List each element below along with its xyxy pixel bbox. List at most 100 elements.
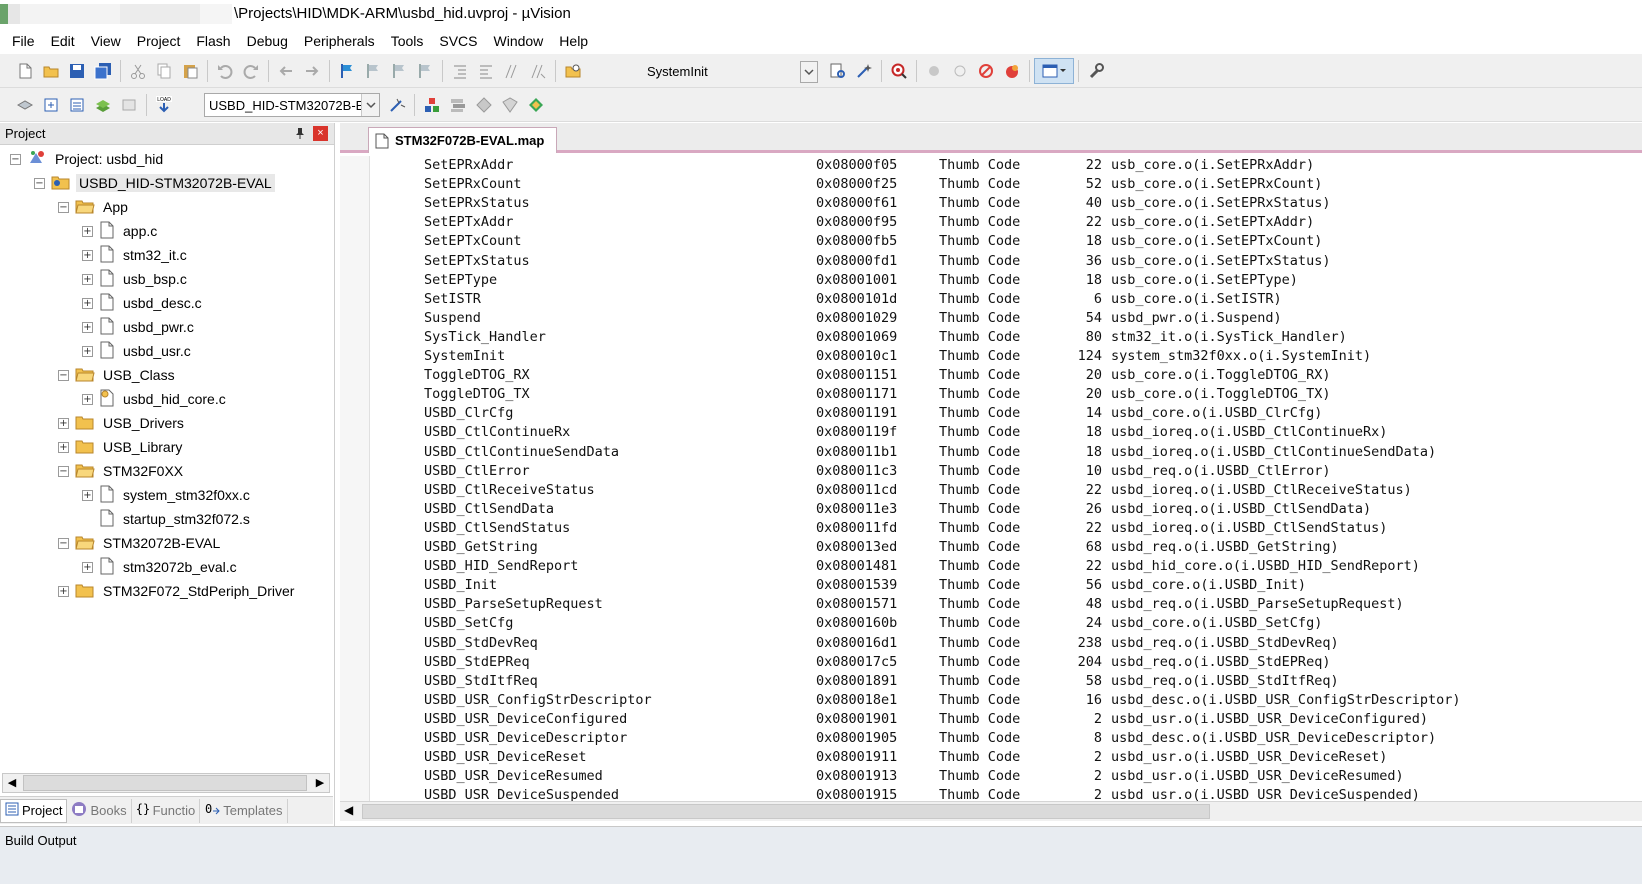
- comment-button[interactable]: [499, 58, 525, 84]
- tree-item-stm32-it-c[interactable]: + stm32_it.c: [82, 244, 190, 266]
- translate-button[interactable]: [12, 92, 38, 118]
- tree-item-stm32f0xx[interactable]: − STM32F0XX: [58, 460, 186, 482]
- menu-tools[interactable]: Tools: [383, 30, 432, 52]
- expand-icon[interactable]: +: [82, 321, 93, 333]
- tree-item-app[interactable]: − App: [58, 196, 131, 218]
- kill-all-breakpoints-button[interactable]: [999, 58, 1025, 84]
- run-time-environment-button[interactable]: [523, 92, 549, 118]
- copy-button[interactable]: [151, 58, 177, 84]
- menu-view[interactable]: View: [83, 30, 129, 52]
- redo-button[interactable]: [238, 58, 264, 84]
- batch-build-button[interactable]: [90, 92, 116, 118]
- new-file-button[interactable]: [12, 58, 38, 84]
- collapse-icon[interactable]: −: [58, 465, 69, 477]
- tree-item-usb-class[interactable]: − USB_Class: [58, 364, 178, 386]
- tree-item-app-c[interactable]: + app.c: [82, 220, 160, 242]
- expand-icon[interactable]: +: [82, 273, 93, 285]
- menu-svcs[interactable]: SVCS: [431, 30, 485, 52]
- function-combo-dropdown[interactable]: [800, 61, 818, 83]
- expand-icon[interactable]: +: [58, 441, 69, 453]
- tree-item-usb-bsp-c[interactable]: + usb_bsp.c: [82, 268, 190, 290]
- expand-icon[interactable]: +: [82, 297, 93, 309]
- target-select-dropdown[interactable]: [361, 94, 379, 116]
- collapse-icon[interactable]: −: [10, 153, 21, 165]
- save-button[interactable]: [64, 58, 90, 84]
- source-browser-button[interactable]: [851, 58, 877, 84]
- close-panel-icon[interactable]: ×: [313, 126, 328, 141]
- insert-bookmark-button[interactable]: [334, 58, 360, 84]
- prev-bookmark-button[interactable]: [360, 58, 386, 84]
- tree-item-stm32072b-eval[interactable]: − STM32072B-EVAL: [58, 532, 223, 554]
- menu-help[interactable]: Help: [551, 30, 596, 52]
- editor-horizontal-scrollbar[interactable]: ◀: [340, 801, 1642, 821]
- select-packs-button[interactable]: [471, 92, 497, 118]
- download-button[interactable]: LOAD: [151, 92, 177, 118]
- tab-templates[interactable]: 0 Templates: [200, 798, 288, 823]
- scroll-left-arrow-icon[interactable]: ◀: [344, 803, 353, 817]
- manage-multi-project-button[interactable]: [445, 92, 471, 118]
- scrollbar-thumb[interactable]: [362, 804, 1210, 819]
- project-horizontal-scrollbar[interactable]: ◀ ▶: [2, 773, 330, 793]
- manage-project-items-button[interactable]: [419, 92, 445, 118]
- expand-icon[interactable]: +: [58, 417, 69, 429]
- tree-item-usb-library[interactable]: + USB_Library: [58, 436, 185, 458]
- target-options-button[interactable]: [384, 92, 410, 118]
- tree-item-usb-drivers[interactable]: + USB_Drivers: [58, 412, 187, 434]
- expand-icon[interactable]: +: [82, 489, 93, 501]
- expand-icon[interactable]: +: [82, 345, 93, 357]
- configure-button[interactable]: [1083, 58, 1109, 84]
- build-button[interactable]: [38, 92, 64, 118]
- paste-button[interactable]: [177, 58, 203, 84]
- editor-tab-map-file[interactable]: STM32F072B-EVAL.map: [368, 127, 558, 153]
- navigate-back-button[interactable]: [273, 58, 299, 84]
- window-layout-button[interactable]: [1034, 58, 1074, 84]
- rebuild-button[interactable]: [64, 92, 90, 118]
- menu-window[interactable]: Window: [486, 30, 552, 52]
- menu-flash[interactable]: Flash: [188, 30, 238, 52]
- code-area[interactable]: SetEPRxAddr 0x08000f05 Thumb Code 22 usb_cor…: [370, 156, 1642, 801]
- expand-icon[interactable]: +: [82, 561, 93, 573]
- cut-button[interactable]: [125, 58, 151, 84]
- menu-peripherals[interactable]: Peripherals: [296, 30, 383, 52]
- collapse-icon[interactable]: −: [58, 201, 69, 213]
- expand-icon[interactable]: +: [82, 393, 93, 405]
- target-select[interactable]: USBD_HID-STM32072B-E: [204, 93, 380, 117]
- menu-file[interactable]: File: [4, 30, 43, 52]
- expand-icon[interactable]: +: [58, 585, 69, 597]
- collapse-icon[interactable]: −: [58, 537, 69, 549]
- enable-breakpoint-button[interactable]: [947, 58, 973, 84]
- tab-project[interactable]: Project: [0, 798, 68, 823]
- menu-edit[interactable]: Edit: [43, 30, 83, 52]
- tab-books[interactable]: Books: [67, 798, 132, 823]
- expand-icon[interactable]: +: [82, 249, 93, 261]
- open-file-button[interactable]: [38, 58, 64, 84]
- collapse-icon[interactable]: −: [34, 177, 45, 189]
- unindent-button[interactable]: [473, 58, 499, 84]
- scroll-left-arrow-icon[interactable]: ◀: [3, 774, 21, 792]
- scroll-right-arrow-icon[interactable]: ▶: [311, 774, 329, 792]
- start-debug-button[interactable]: [886, 58, 912, 84]
- disable-all-breakpoints-button[interactable]: [973, 58, 999, 84]
- navigate-forward-button[interactable]: [299, 58, 325, 84]
- tree-item-project-usbd-hid[interactable]: − Project: usbd_hid: [10, 148, 166, 170]
- tree-item-system-stm32f0xx-c[interactable]: + system_stm32f0xx.c: [82, 484, 253, 506]
- tree-item-startup-stm32f072-s[interactable]: startup_stm32f072.s: [82, 508, 253, 530]
- collapse-icon[interactable]: −: [58, 369, 69, 381]
- menu-debug[interactable]: Debug: [239, 30, 296, 52]
- uncomment-button[interactable]: [525, 58, 551, 84]
- clear-bookmarks-button[interactable]: [412, 58, 438, 84]
- indent-button[interactable]: [447, 58, 473, 84]
- function-combo[interactable]: SystemInit: [642, 59, 820, 83]
- tab-functio[interactable]: {} Functio: [132, 798, 201, 823]
- save-all-button[interactable]: [90, 58, 116, 84]
- undo-button[interactable]: [212, 58, 238, 84]
- tree-item-usbd-desc-c[interactable]: + usbd_desc.c: [82, 292, 205, 314]
- find-in-files-button[interactable]: [560, 58, 586, 84]
- tree-item-usbd-hid-core-c[interactable]: + usbd_hid_core.c: [82, 388, 229, 410]
- tree-item-stm32072b-eval-c[interactable]: + stm32072b_eval.c: [82, 556, 240, 578]
- expand-icon[interactable]: +: [82, 225, 93, 237]
- tree-item-usbd-pwr-c[interactable]: + usbd_pwr.c: [82, 316, 197, 338]
- tree-item-usbd-usr-c[interactable]: + usbd_usr.c: [82, 340, 194, 362]
- next-bookmark-button[interactable]: [386, 58, 412, 84]
- insert-breakpoint-button[interactable]: [921, 58, 947, 84]
